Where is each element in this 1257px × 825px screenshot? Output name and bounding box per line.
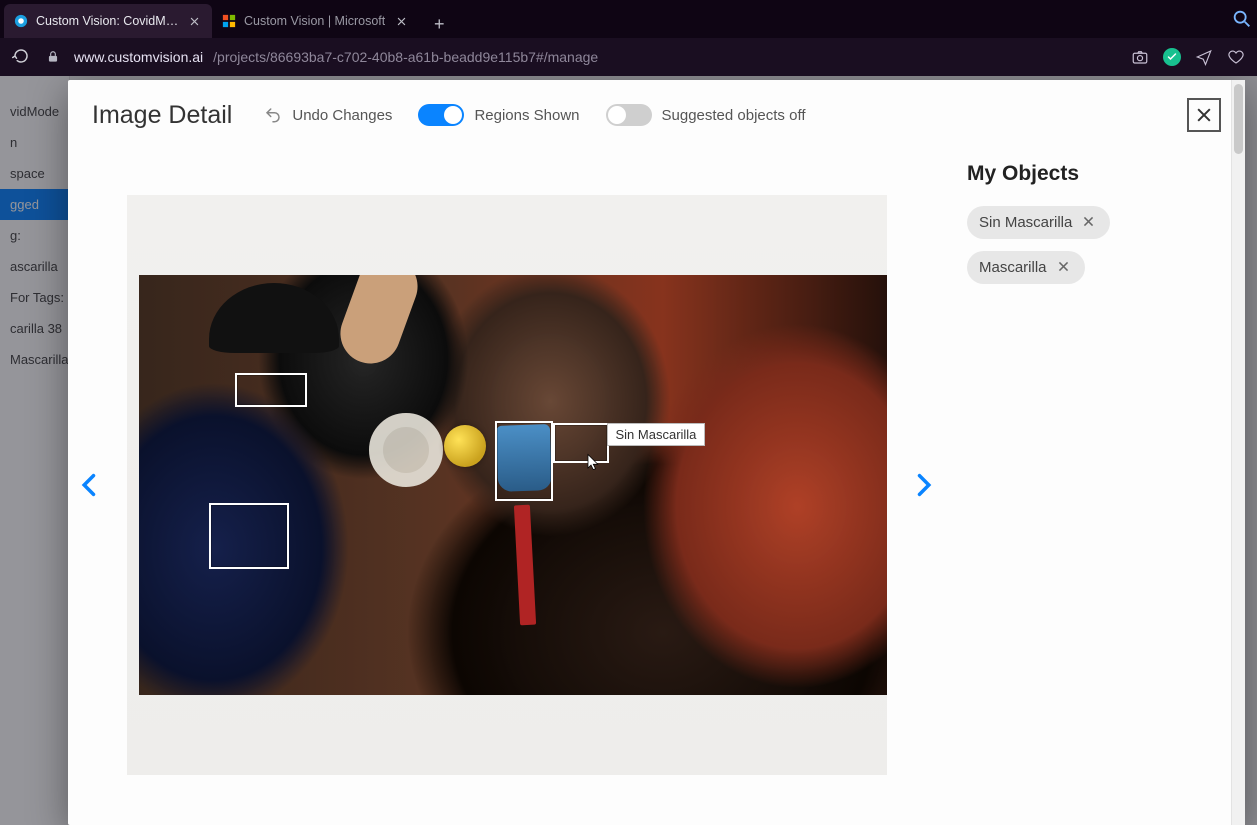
lock-icon [46, 50, 60, 64]
annotation-region[interactable]: Sin Mascarilla [553, 423, 609, 463]
page-content: vidModenspaceggedg:ascarillaFor Tags:car… [0, 76, 1257, 825]
annotation-region[interactable] [495, 421, 553, 501]
annotation-region-label: Sin Mascarilla [607, 423, 706, 446]
modal-header: Image Detail Undo Changes Regions Shown … [68, 80, 1245, 142]
modal-body: Sin Mascarilla My Objects Sin Mascarilla… [68, 144, 1245, 825]
object-tag-label: Mascarilla [979, 259, 1047, 276]
undo-icon [264, 106, 282, 124]
suggested-toggle-group: Suggested objects off [606, 104, 806, 126]
favicon-customvision-icon [14, 14, 28, 28]
annotation-region[interactable] [209, 503, 289, 569]
url-text[interactable]: www.customvision.ai/projects/86693ba7-c7… [74, 49, 1117, 65]
tab-strip: Custom Vision: CovidMode Custom Vision |… [0, 0, 1257, 38]
image-canvas[interactable]: Sin Mascarilla [127, 195, 887, 775]
object-tag-label: Sin Mascarilla [979, 214, 1072, 231]
objects-panel: My Objects Sin Mascarilla Mascarilla [945, 144, 1245, 825]
training-image: Sin Mascarilla [139, 275, 887, 695]
remove-tag-icon[interactable] [1082, 215, 1098, 231]
object-tag-chip[interactable]: Sin Mascarilla [967, 206, 1110, 239]
next-image-button[interactable] [903, 455, 943, 515]
regions-toggle-group: Regions Shown [418, 104, 579, 126]
shield-check-icon[interactable] [1163, 48, 1181, 66]
image-detail-modal: Image Detail Undo Changes Regions Shown … [68, 80, 1245, 825]
regions-toggle[interactable] [418, 104, 464, 126]
tab-close-icon[interactable] [393, 13, 409, 29]
remove-tag-icon[interactable] [1057, 260, 1073, 276]
annotation-region[interactable] [235, 373, 307, 407]
previous-image-button[interactable] [70, 455, 110, 515]
chevron-right-icon [909, 465, 937, 505]
camera-icon[interactable] [1131, 48, 1149, 66]
send-icon[interactable] [1195, 48, 1213, 66]
tab-close-icon[interactable] [187, 13, 202, 29]
new-tab-button[interactable]: + [425, 10, 453, 38]
regions-label: Regions Shown [474, 107, 579, 124]
reload-icon[interactable] [12, 47, 32, 67]
modal-title: Image Detail [92, 101, 232, 130]
browser-tab-active[interactable]: Custom Vision: CovidMode [4, 4, 212, 38]
undo-changes-button[interactable]: Undo Changes [264, 106, 392, 124]
search-icon[interactable] [1231, 8, 1253, 30]
tab-title: Custom Vision: CovidMode [36, 14, 179, 28]
close-button[interactable] [1187, 98, 1221, 132]
chevron-left-icon [76, 465, 104, 505]
undo-label: Undo Changes [292, 107, 392, 124]
url-path: /projects/86693ba7-c702-40b8-a61b-beadd9… [213, 49, 598, 65]
favicon-microsoft-icon [222, 14, 236, 28]
browser-tab-inactive[interactable]: Custom Vision | Microsoft [212, 4, 419, 38]
heart-icon[interactable] [1227, 48, 1245, 66]
objects-heading: My Objects [967, 162, 1223, 186]
canvas-wrapper: Sin Mascarilla [110, 195, 903, 775]
tab-title: Custom Vision | Microsoft [244, 14, 385, 28]
close-icon [1194, 105, 1214, 125]
suggested-label: Suggested objects off [662, 107, 806, 124]
image-viewer: Sin Mascarilla [68, 144, 945, 825]
toolbar-icons [1131, 48, 1245, 66]
object-tag-chip[interactable]: Mascarilla [967, 251, 1085, 284]
address-bar: www.customvision.ai/projects/86693ba7-c7… [0, 38, 1257, 76]
url-host: www.customvision.ai [74, 49, 203, 65]
browser-window: Custom Vision: CovidMode Custom Vision |… [0, 0, 1257, 825]
suggested-toggle[interactable] [606, 104, 652, 126]
